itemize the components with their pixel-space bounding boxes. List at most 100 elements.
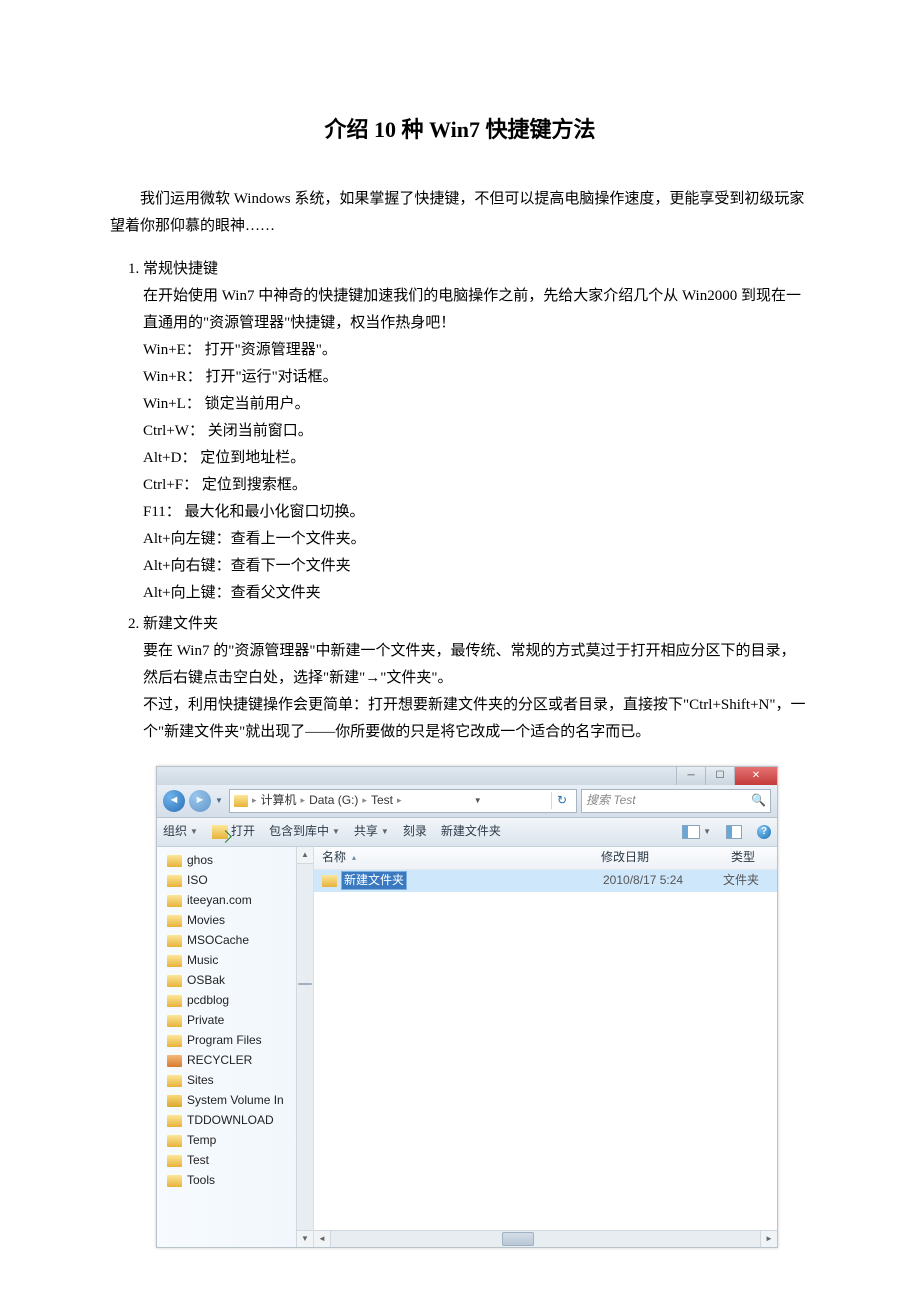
tree-item[interactable]: MSOCache [167,931,313,951]
tree-item[interactable]: System Volume In [167,1091,313,1111]
shortcut-line: Win+E： 打开"资源管理器"。 [143,337,810,364]
back-button[interactable]: ◄ [163,790,185,812]
rename-input[interactable]: 新建文件夹 [341,871,407,890]
new-folder-button[interactable]: 新建文件夹 [441,823,501,840]
view-menu[interactable]: ▼ [682,825,711,839]
chevron-right-icon[interactable]: ▸ [300,794,307,807]
tree-item[interactable]: Test [167,1151,313,1171]
close-button[interactable]: ✕ [734,767,777,785]
folder-icon [167,1135,182,1147]
folder-icon [234,795,248,807]
scroll-up-icon[interactable]: ▲ [296,847,314,864]
column-type[interactable]: 类型 [731,849,777,866]
table-row[interactable]: 新建文件夹 2010/8/17 5:24 文件夹 [314,870,777,892]
new-folder-label: 新建文件夹 [441,823,501,840]
folder-icon [167,1035,182,1047]
folder-icon [167,1115,182,1127]
tree-item[interactable]: TDDOWNLOAD [167,1111,313,1131]
tree-item-label: Music [187,952,218,969]
refresh-button[interactable]: ↻ [551,792,572,809]
tree-item[interactable]: iteeyan.com [167,891,313,911]
share-menu[interactable]: 共享 ▼ [354,823,389,840]
folder-icon [167,1095,182,1107]
chevron-right-icon[interactable]: ▸ [361,794,368,807]
shortcut-line: Win+L： 锁定当前用户。 [143,391,810,418]
folder-icon [167,1075,182,1087]
scroll-left-icon[interactable]: ◄ [314,1230,331,1247]
minimize-button[interactable]: ─ [676,767,705,785]
tree-item[interactable]: OSBak [167,971,313,991]
address-bar[interactable]: ▸ 计算机 ▸ Data (G:) ▸ Test ▸ ▼ ↻ [229,789,577,813]
chevron-down-icon: ▼ [190,826,198,837]
tree-item[interactable]: Tools [167,1171,313,1191]
chevron-right-icon[interactable]: ▸ [396,794,403,807]
search-placeholder: 搜索 Test [586,792,636,809]
breadcrumb-segment[interactable]: Data (G:) [309,792,358,809]
search-icon[interactable]: 🔍 [751,792,766,809]
forward-button[interactable]: ► [189,790,211,812]
folder-icon [167,855,182,867]
tree-item[interactable]: Movies [167,911,313,931]
tree-item[interactable]: Sites [167,1071,313,1091]
tree-item[interactable]: Private [167,1011,313,1031]
section-1-heading: 常规快捷键 [143,261,218,277]
content-hscrollbar[interactable]: ◄ ► [314,1230,777,1247]
tree-item[interactable]: Program Files [167,1031,313,1051]
window-titlebar[interactable]: ─ ☐ ✕ [157,767,777,785]
page-title: 介绍 10 种 Win7 快捷键方法 [110,110,810,150]
organize-menu[interactable]: 组织 ▼ [163,823,198,840]
scroll-right-icon[interactable]: ► [760,1230,777,1247]
breadcrumb-segment[interactable]: Test [371,792,393,809]
column-date[interactable]: 修改日期 [601,849,721,866]
burn-button[interactable]: 刻录 [403,823,427,840]
folder-icon [167,1015,182,1027]
folder-icon [167,1175,182,1187]
nav-tree[interactable]: ghos ISO iteeyan.com Movies MSOCache Mus… [157,847,314,1247]
intro-paragraph: 我们运用微软 Windows 系统，如果掌握了快捷键，不但可以提高电脑操作速度，… [110,186,810,240]
organize-label: 组织 [163,823,187,840]
tree-item[interactable]: Music [167,951,313,971]
shortcut-line: F11： 最大化和最小化窗口切换。 [143,499,810,526]
section-1: 常规快捷键 在开始使用 Win7 中神奇的快捷键加速我们的电脑操作之前，先给大家… [143,256,810,607]
nav-history-dropdown[interactable]: ▼ [215,795,225,806]
file-list[interactable]: 名称 ▴ 修改日期 类型 新建文件夹 2010/8/17 5:24 文件夹 ◄ … [314,847,777,1247]
tree-item-label: RECYCLER [187,1052,252,1069]
tree-item-label: OSBak [187,972,225,989]
maximize-button[interactable]: ☐ [705,767,734,785]
tree-item-label: ISO [187,872,208,889]
tree-item[interactable]: ghos [167,851,313,871]
address-dropdown-icon[interactable]: ▼ [472,795,482,806]
search-input[interactable]: 搜索 Test 🔍 [581,789,771,813]
tree-item-label: Test [187,1152,209,1169]
folder-icon [167,915,182,927]
sort-ascending-icon: ▴ [352,852,356,863]
view-icon [682,825,700,839]
section-1-lead: 在开始使用 Win7 中神奇的快捷键加速我们的电脑操作之前，先给大家介绍几个从 … [143,283,810,337]
tree-item-label: Movies [187,912,225,929]
folder-icon [167,895,182,907]
tree-scrollbar[interactable]: ▲ ▼ [296,847,313,1247]
tree-item[interactable]: Temp [167,1131,313,1151]
toolbar: 组织 ▼ 打开 包含到库中 ▼ 共享 ▼ 刻录 新建文件夹 ▼ ? [157,818,777,847]
section-2: 新建文件夹 要在 Win7 的"资源管理器"中新建一个文件夹，最传统、常规的方式… [143,611,810,746]
folder-icon [167,955,182,967]
shortcut-line: Alt+向右键：查看下一个文件夹 [143,553,810,580]
shortcut-line: Alt+D： 定位到地址栏。 [143,445,810,472]
tree-item[interactable]: ISO [167,871,313,891]
column-headers[interactable]: 名称 ▴ 修改日期 类型 [314,847,777,870]
nav-bar: ◄ ► ▼ ▸ 计算机 ▸ Data (G:) ▸ Test ▸ ▼ ↻ 搜索 … [157,785,777,818]
help-button[interactable]: ? [757,825,771,839]
tree-item[interactable]: RECYCLER [167,1051,313,1071]
scroll-down-icon[interactable]: ▼ [296,1230,314,1247]
chevron-right-icon[interactable]: ▸ [251,794,258,807]
column-name[interactable]: 名称 [322,849,346,866]
preview-pane-button[interactable] [725,823,743,841]
scroll-thumb[interactable] [502,1232,534,1246]
open-button[interactable]: 打开 [212,823,255,840]
tree-item[interactable]: pcdblog [167,991,313,1011]
section-2-p2: 不过，利用快捷键操作会更简单：打开想要新建文件夹的分区或者目录，直接按下"Ctr… [143,692,810,746]
include-in-library-menu[interactable]: 包含到库中 ▼ [269,823,340,840]
tree-item-label: iteeyan.com [187,892,252,909]
scroll-thumb[interactable] [298,983,312,985]
breadcrumb-segment[interactable]: 计算机 [261,792,297,809]
